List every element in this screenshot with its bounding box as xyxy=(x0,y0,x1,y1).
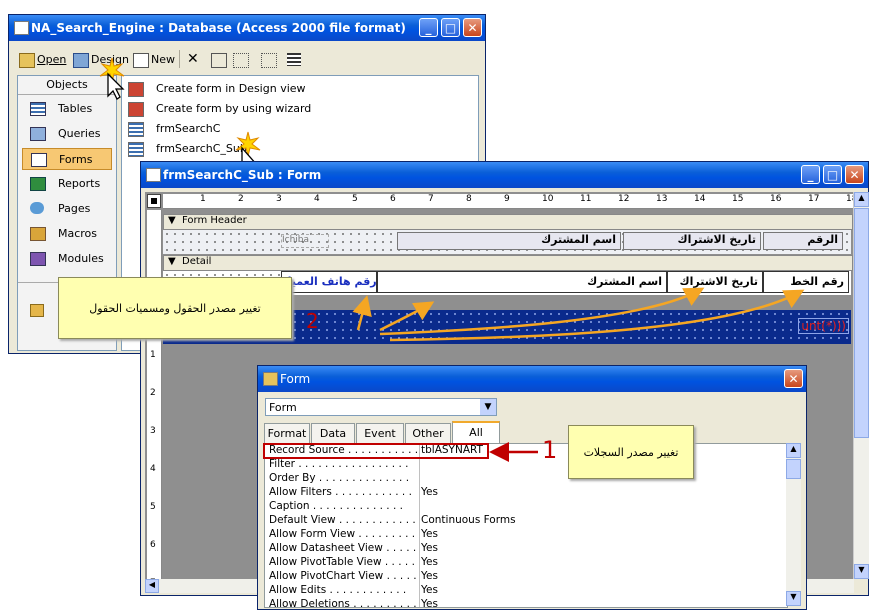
annotation-arrows xyxy=(352,287,805,462)
